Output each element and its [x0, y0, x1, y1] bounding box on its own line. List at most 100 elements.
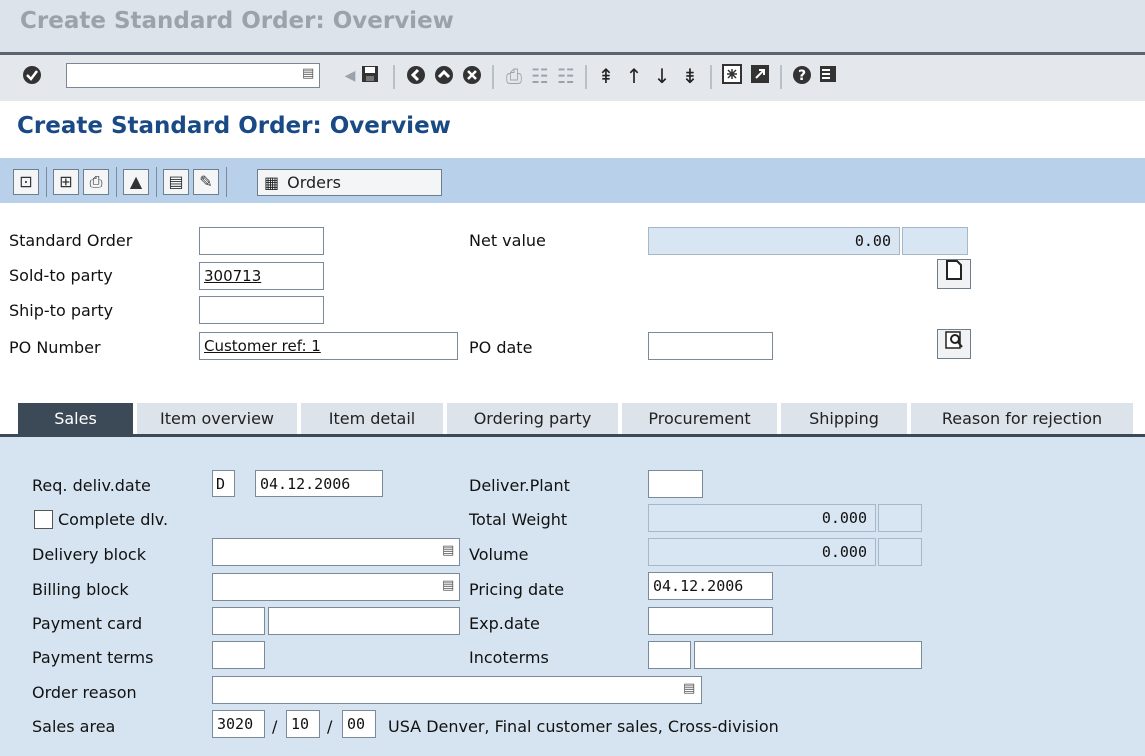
division-field: 00	[342, 710, 376, 738]
print-icon[interactable]: ⎙	[502, 64, 526, 88]
layout-menu-icon[interactable]	[816, 64, 840, 88]
svg-text:?: ?	[798, 68, 806, 84]
delivery-block-field[interactable]	[212, 538, 460, 566]
tab-shipping-label: Shipping	[809, 409, 879, 428]
incoterms-location-field[interactable]	[694, 641, 922, 669]
toolbar-separator	[46, 167, 47, 197]
ship-to-party-field[interactable]	[199, 296, 324, 324]
previous-page-icon[interactable]: ↑	[622, 64, 646, 88]
sold-to-party-label: Sold-to party	[9, 266, 113, 285]
page-title: Create Standard Order: Overview	[17, 113, 451, 139]
sales-tab-panel	[0, 437, 1145, 756]
sales-area-description: USA Denver, Final customer sales, Cross-…	[388, 717, 779, 736]
toolbar-separator	[156, 167, 157, 197]
total-weight-label: Total Weight	[469, 510, 568, 529]
req-deliv-date-format-field[interactable]: D	[212, 470, 235, 497]
order-reason-dropdown-icon[interactable]: ▤	[683, 681, 695, 696]
payment-terms-field[interactable]	[212, 641, 265, 669]
sales-area-separator: /	[272, 717, 278, 736]
display-doc-header-icon[interactable]: ⊡	[13, 169, 39, 195]
find-next-icon[interactable]: ☷	[554, 64, 578, 88]
ship-to-party-label: Ship-to party	[9, 301, 114, 320]
sold-to-party-value: 300713	[204, 267, 262, 285]
print-preview-icon[interactable]: ⎙	[83, 169, 109, 195]
exp-date-label: Exp.date	[469, 614, 540, 633]
billing-block-label: Billing block	[32, 580, 129, 599]
status-overview-icon[interactable]: ✎	[193, 169, 219, 195]
display-details-button[interactable]	[937, 329, 971, 359]
toolbar-separator	[585, 65, 587, 89]
toolbar-separator	[710, 65, 712, 89]
tab-sales-label: Sales	[54, 409, 97, 428]
shortcut-icon[interactable]	[748, 64, 772, 88]
payment-card-number-field[interactable]	[268, 607, 460, 635]
net-value-field: 0.00	[648, 227, 900, 255]
incoterms-label: Incoterms	[469, 648, 549, 667]
total-weight-field: 0.000	[648, 504, 876, 532]
billing-block-field[interactable]	[212, 573, 460, 601]
complete-delivery-checkbox[interactable]	[34, 510, 53, 529]
sold-to-party-field[interactable]: 300713	[199, 262, 324, 290]
delivery-block-label: Delivery block	[32, 545, 146, 564]
delivery-block-dropdown-icon[interactable]: ▤	[442, 543, 454, 558]
document-flow-icon[interactable]: ▤	[163, 169, 189, 195]
tab-procurement[interactable]: Procurement	[622, 403, 777, 435]
orders-button-label: Orders	[287, 173, 341, 192]
create-document-button[interactable]	[937, 259, 971, 289]
orders-button[interactable]: ▦ Orders	[257, 169, 442, 196]
tab-item-detail-label: Item detail	[328, 409, 416, 428]
distribution-channel-field: 10	[286, 710, 320, 738]
table-icon: ▦	[264, 173, 280, 192]
help-icon[interactable]: ?	[790, 64, 814, 88]
payment-card-label: Payment card	[32, 614, 143, 633]
back-nav-icon[interactable]	[404, 64, 428, 88]
deliver-plant-field[interactable]	[648, 470, 703, 498]
volume-unit-field	[878, 538, 922, 566]
billing-block-dropdown-icon[interactable]: ▤	[442, 578, 454, 593]
po-date-field[interactable]	[648, 332, 773, 360]
command-history-icon[interactable]: ▤	[302, 66, 314, 81]
first-page-icon[interactable]: ⇞	[594, 64, 618, 88]
toolbar-separator	[116, 167, 117, 197]
toolbar-separator	[492, 65, 494, 89]
next-page-icon[interactable]: ↓	[650, 64, 674, 88]
req-deliv-date-field[interactable]: 04.12.2006	[255, 470, 383, 497]
cancel-icon[interactable]	[460, 64, 484, 88]
new-session-icon[interactable]	[720, 64, 744, 88]
toolbar-separator	[393, 65, 395, 89]
exit-icon[interactable]	[432, 64, 456, 88]
exp-date-field[interactable]	[648, 607, 773, 635]
sales-org-field: 3020	[212, 710, 265, 738]
save-icon[interactable]	[358, 64, 382, 88]
deliver-plant-label: Deliver.Plant	[469, 476, 570, 495]
enter-icon[interactable]	[20, 64, 44, 88]
sales-area-label: Sales area	[32, 717, 116, 736]
incoterms-field[interactable]	[648, 641, 691, 669]
pricing-date-field[interactable]: 04.12.2006	[648, 572, 773, 600]
tab-reason-for-rejection[interactable]: Reason for rejection	[911, 403, 1133, 435]
volume-label: Volume	[469, 545, 529, 564]
pricing-date-label: Pricing date	[469, 580, 565, 599]
order-reason-field[interactable]	[212, 676, 702, 704]
complete-delivery-label: Complete dlv.	[58, 510, 169, 529]
display-item-icon[interactable]: ⊞	[53, 169, 79, 195]
payment-terms-label: Payment terms	[32, 648, 154, 667]
po-number-field[interactable]: Customer ref: 1	[199, 332, 458, 360]
tab-item-detail[interactable]: Item detail	[301, 403, 443, 435]
order-reason-label: Order reason	[32, 683, 137, 702]
tab-item-overview[interactable]: Item overview	[137, 403, 297, 435]
tab-sales[interactable]: Sales	[18, 403, 133, 435]
find-icon[interactable]: ☷	[528, 64, 552, 88]
po-number-value: Customer ref: 1	[204, 337, 321, 355]
last-page-icon[interactable]: ⇟	[678, 64, 702, 88]
tab-ordering-party[interactable]: Ordering party	[447, 403, 618, 435]
weight-unit-field	[878, 504, 922, 532]
standard-order-field[interactable]	[199, 227, 324, 255]
net-value-label: Net value	[469, 231, 546, 250]
header-output-icon[interactable]: ▲	[123, 169, 149, 195]
tab-shipping[interactable]: Shipping	[781, 403, 907, 435]
payment-card-type-field[interactable]	[212, 607, 265, 635]
command-field[interactable]	[66, 63, 320, 88]
toolbar-separator	[226, 167, 227, 197]
tab-item-overview-label: Item overview	[159, 409, 275, 428]
